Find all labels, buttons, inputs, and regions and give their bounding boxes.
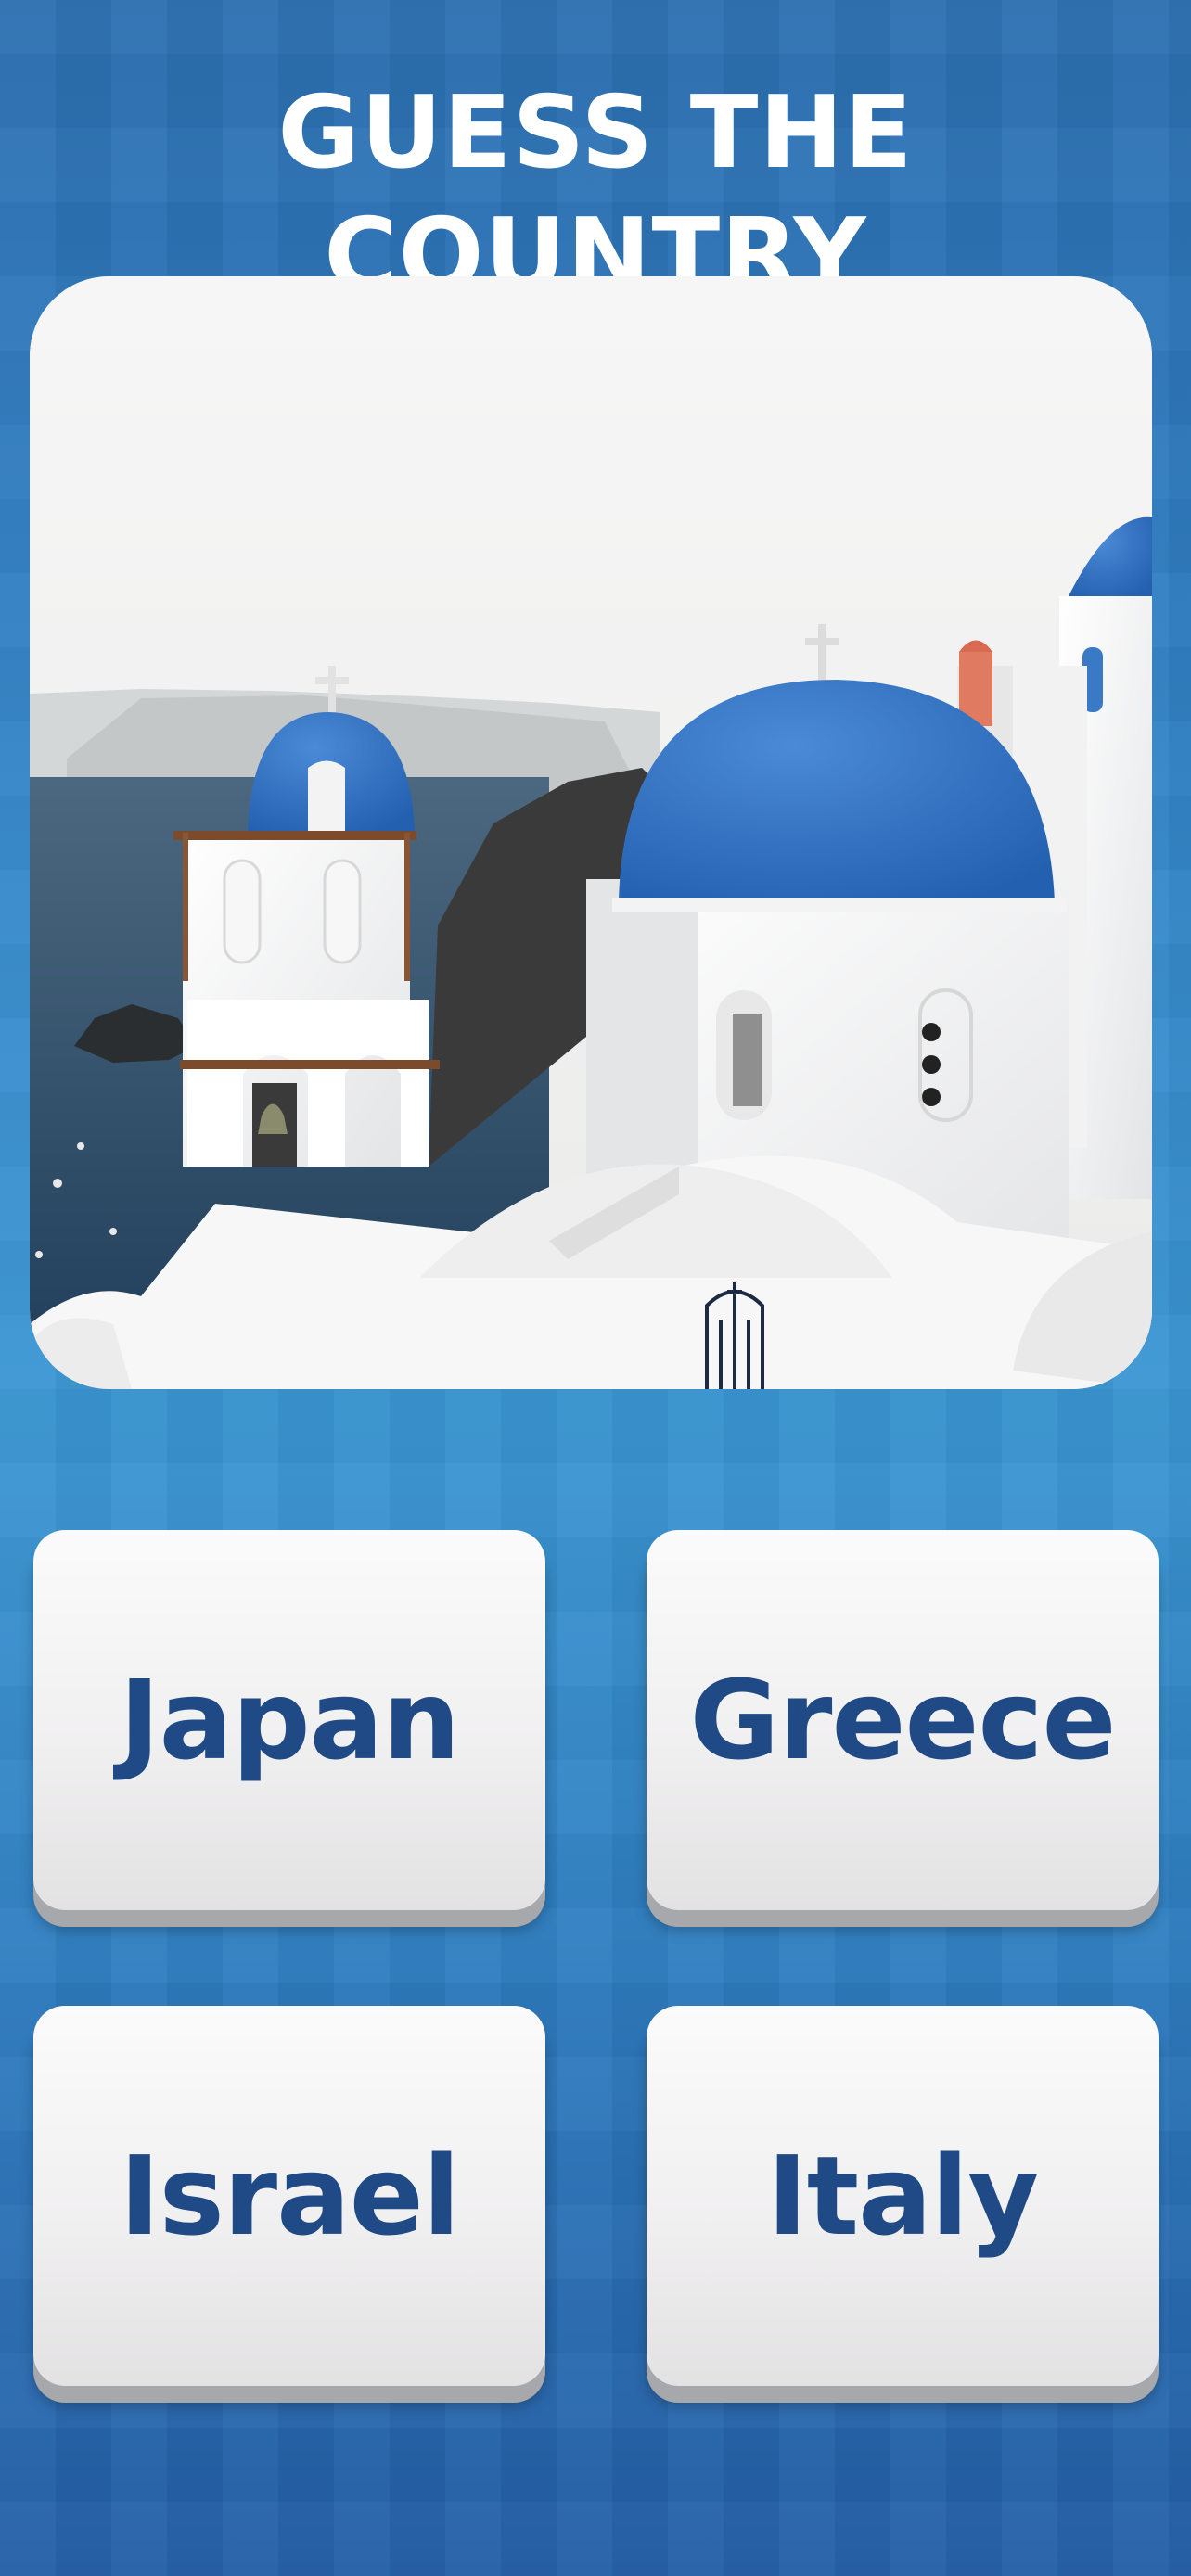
answer-button-italy[interactable]: Italy	[647, 2006, 1159, 2386]
answer-label: Italy	[766, 2132, 1039, 2260]
answer-label: Japan	[119, 1656, 461, 1784]
answer-label: Greece	[689, 1656, 1116, 1784]
question-photo	[30, 276, 1152, 1389]
answer-button-greece[interactable]: Greece	[647, 1530, 1159, 1910]
answer-label: Israel	[119, 2132, 460, 2260]
answer-button-israel[interactable]: Israel	[33, 2006, 545, 2386]
answer-button-japan[interactable]: Japan	[33, 1530, 545, 1910]
